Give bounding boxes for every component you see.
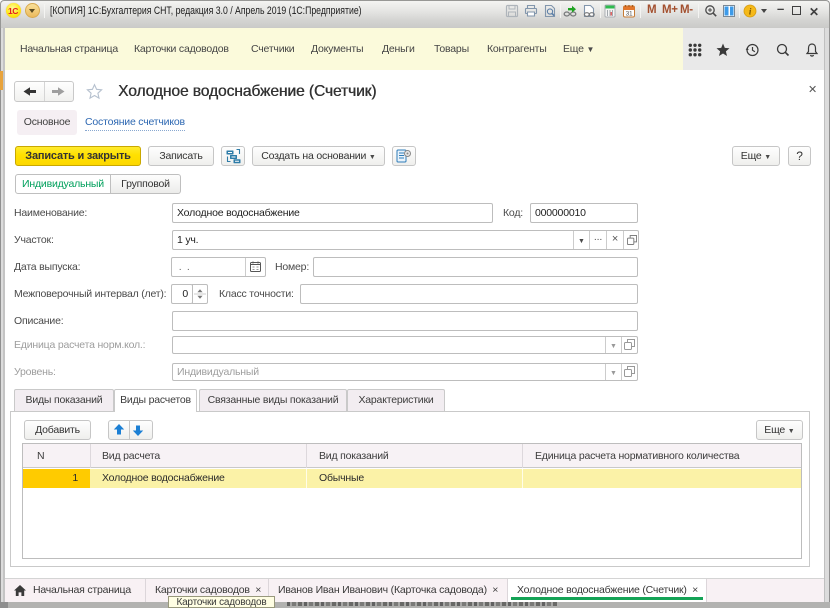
svg-text:31: 31 [626,11,633,18]
